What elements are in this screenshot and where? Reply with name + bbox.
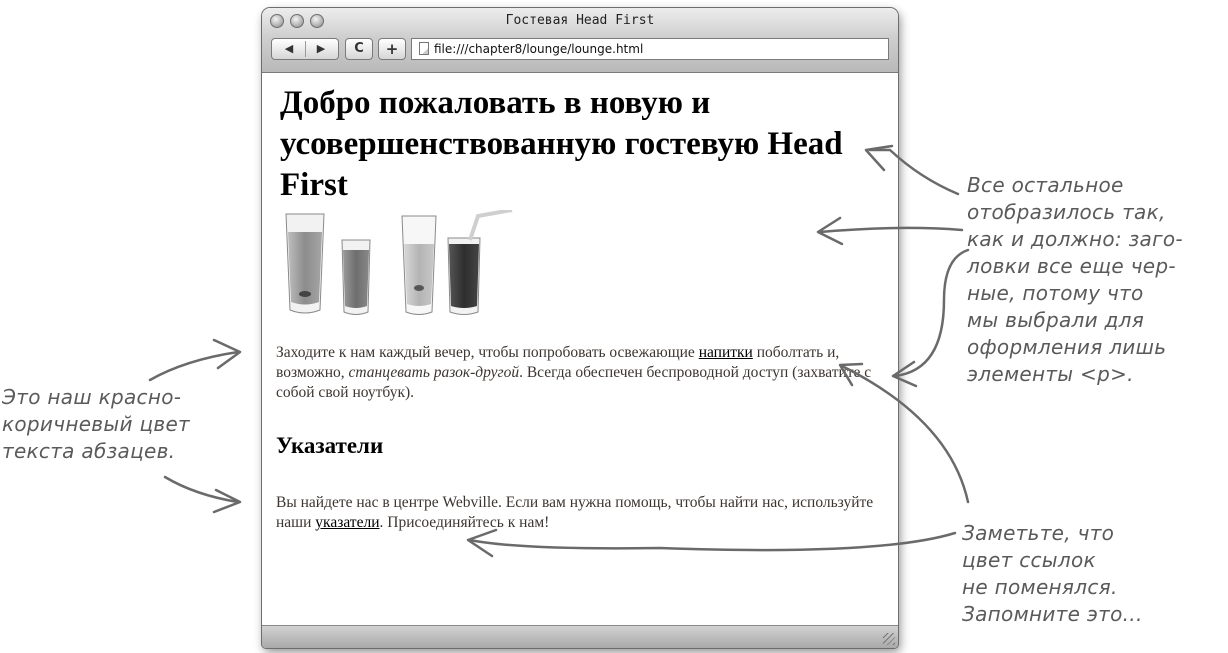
arrow-to-heading xyxy=(868,148,960,196)
arrow-to-drinks-link xyxy=(840,364,970,504)
annotation-arrows xyxy=(148,144,970,558)
arrow-to-paragraph xyxy=(893,248,970,378)
arrow-to-directions-link xyxy=(468,531,957,552)
arrow-to-image xyxy=(818,226,964,234)
arrow-to-para2 xyxy=(163,475,240,504)
arrow-to-para1 xyxy=(148,350,240,382)
